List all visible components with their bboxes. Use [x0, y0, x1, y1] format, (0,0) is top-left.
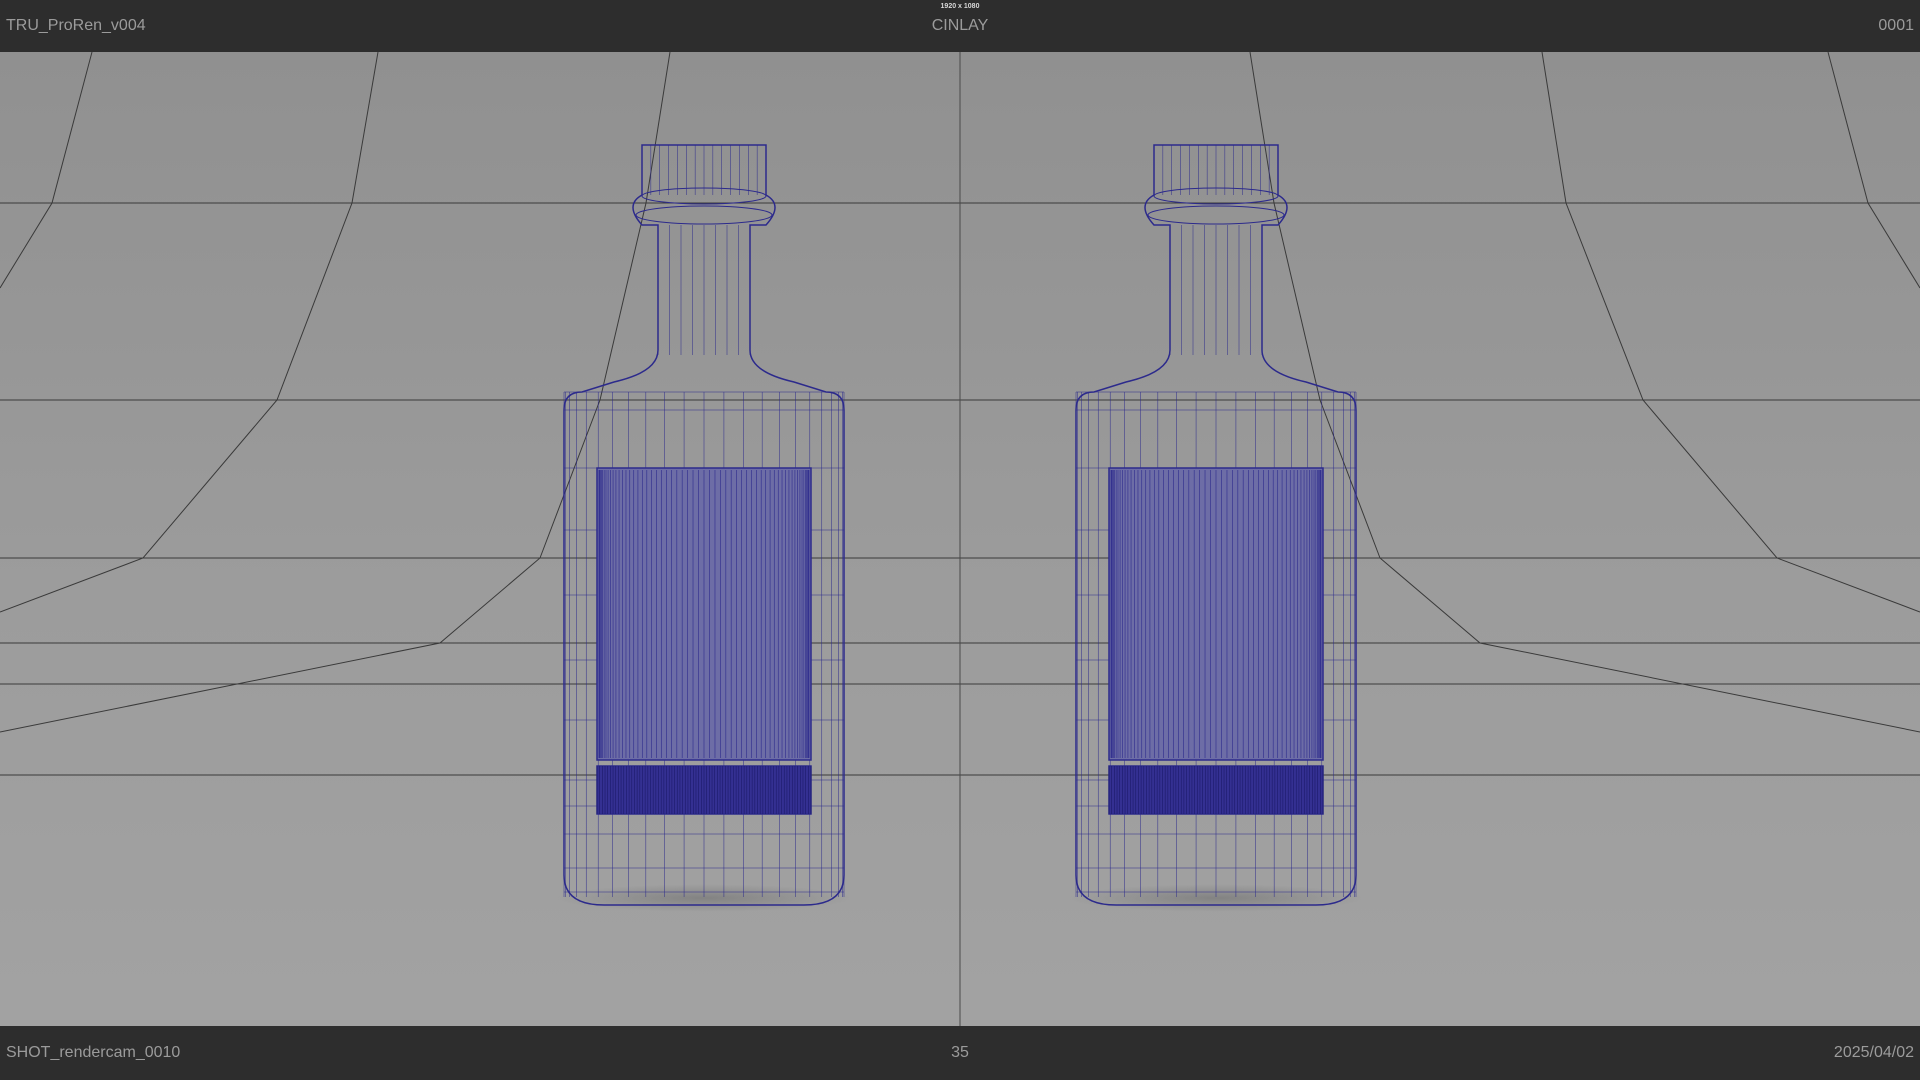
hud-shot-camera: SHOT_rendercam_0010 — [6, 1044, 181, 1061]
resolution-gate-label: 1920 x 1080 — [940, 3, 980, 10]
hud-date: 2025/04/02 — [1833, 1044, 1914, 1061]
viewport-scene[interactable] — [0, 0, 1920, 1080]
hud-focal-length: 35 — [951, 1044, 969, 1061]
hud-frame-number: 0001 — [1878, 17, 1914, 34]
hud-camera-label: CINLAY — [931, 17, 989, 34]
3d-viewport[interactable]: 1920 x 1080 TRU_ProRen_v004 CINLAY 0001 … — [0, 0, 1920, 1080]
hud-file-name: TRU_ProRen_v004 — [6, 17, 146, 34]
hud-top-bar: 1920 x 1080 TRU_ProRen_v004 CINLAY 0001 — [0, 0, 1920, 52]
hud-bottom-bar: SHOT_rendercam_0010 35 2025/04/02 — [0, 1026, 1920, 1080]
